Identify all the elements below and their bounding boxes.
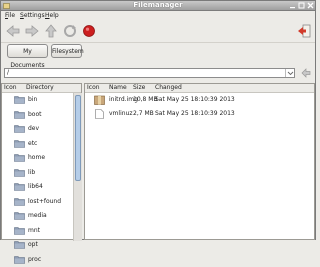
directory-row[interactable]: media (2, 209, 72, 223)
directory-name: lost+found (28, 197, 62, 205)
directory-name: boot (28, 110, 42, 118)
menu-bar: File Settings Help (1, 11, 315, 20)
folder-icon (14, 96, 25, 104)
directory-row[interactable]: home (2, 151, 72, 165)
toolbar (1, 20, 315, 43)
directory-row[interactable]: boot (2, 108, 72, 122)
minimize-icon[interactable] (289, 2, 296, 9)
directory-panel: Icon Directory bin boot dev etc home lib lib64… (1, 83, 82, 264)
file-changed: Sat May 25 18:10:39 2013 (155, 110, 235, 117)
filesystem-button[interactable]: Filesystem (51, 44, 84, 58)
folder-icon (14, 139, 25, 148)
folder-icon (14, 197, 25, 206)
window-title: Filemanager (133, 1, 183, 9)
file-name: vmlinuz (109, 110, 133, 117)
directory-row[interactable]: lib (2, 166, 72, 180)
path-bar: / (1, 67, 315, 79)
chevron-down-icon[interactable] (285, 69, 295, 77)
document-icon (95, 109, 104, 119)
file-row[interactable]: initrd.img 10,8 MB Sat May 25 18:10:39 201… (85, 93, 315, 107)
file-panel-header: Icon Name Size Changed (85, 84, 314, 93)
directory-name: opt (28, 241, 38, 248)
directory-name: media (28, 212, 47, 219)
refresh-icon[interactable] (62, 23, 78, 39)
folder-icon (14, 255, 25, 264)
folder-icon (14, 212, 25, 220)
menu-help[interactable]: Help (45, 11, 59, 20)
title-bar: Filemanager (1, 1, 315, 11)
directory-row[interactable]: bin (2, 93, 72, 107)
directory-name: bin (28, 96, 38, 103)
close-icon[interactable] (307, 2, 314, 9)
directory-name: etc (28, 139, 38, 147)
folder-icon (14, 154, 25, 162)
column-header-icon[interactable]: Icon (87, 84, 100, 92)
file-size: 2,7 MB (133, 110, 154, 117)
directory-row[interactable]: proc (2, 253, 72, 267)
menu-file[interactable]: File (5, 11, 15, 20)
exit-icon[interactable] (296, 23, 312, 39)
directory-scrollbar[interactable] (73, 93, 82, 241)
file-row[interactable]: vmlinuz 2,7 MB Sat May 25 18:10:39 2013 (85, 107, 315, 121)
archive-icon (94, 95, 105, 105)
directory-row[interactable]: etc (2, 137, 72, 151)
folder-icon (14, 183, 25, 191)
scrollbar-thumb[interactable] (75, 95, 81, 181)
directory-panel-header: Icon Directory (2, 84, 81, 93)
directory-row[interactable]: dev (2, 122, 72, 136)
directory-name: home (28, 154, 46, 161)
folder-icon (14, 226, 25, 235)
column-header-name[interactable]: Name (109, 84, 127, 92)
column-header-size[interactable]: Size (133, 84, 145, 92)
maximize-icon[interactable] (298, 2, 305, 9)
menu-settings[interactable]: Settings (20, 11, 45, 20)
up-icon[interactable] (43, 23, 59, 39)
directory-row[interactable]: opt (2, 238, 72, 252)
back-icon[interactable] (5, 23, 21, 39)
filemanager-window: Filemanager File Settings Help My Docume… (0, 0, 316, 264)
directory-name: proc (28, 255, 42, 263)
forward-icon[interactable] (24, 23, 40, 39)
stop-icon[interactable] (81, 23, 97, 39)
column-header-icon[interactable]: Icon (4, 84, 17, 92)
file-panel: Icon Name Size Changed initrd.img 10,8 MB… (84, 83, 315, 240)
directory-row[interactable]: lost+found (2, 195, 72, 209)
directory-name: lib (28, 168, 36, 176)
file-changed: Sat May 25 18:10:39 2013 (155, 96, 235, 103)
directory-name: dev (28, 125, 40, 132)
file-size: 10,8 MB (133, 96, 158, 103)
places-bar: My Documents Filesystem (1, 42, 315, 69)
column-header-directory[interactable]: Directory (26, 84, 54, 92)
folder-icon (14, 168, 25, 177)
directory-row[interactable]: mnt (2, 224, 72, 238)
directory-name: lib64 (28, 183, 43, 190)
go-icon[interactable] (299, 67, 313, 79)
path-input[interactable]: / (4, 68, 295, 78)
column-header-changed[interactable]: Changed (155, 84, 182, 92)
directory-row[interactable]: lib64 (2, 180, 72, 194)
folder-icon (14, 125, 25, 133)
directory-name: mnt (28, 226, 40, 234)
folder-icon (14, 241, 25, 249)
folder-icon (14, 110, 25, 119)
my-documents-button[interactable]: My Documents (7, 44, 48, 69)
